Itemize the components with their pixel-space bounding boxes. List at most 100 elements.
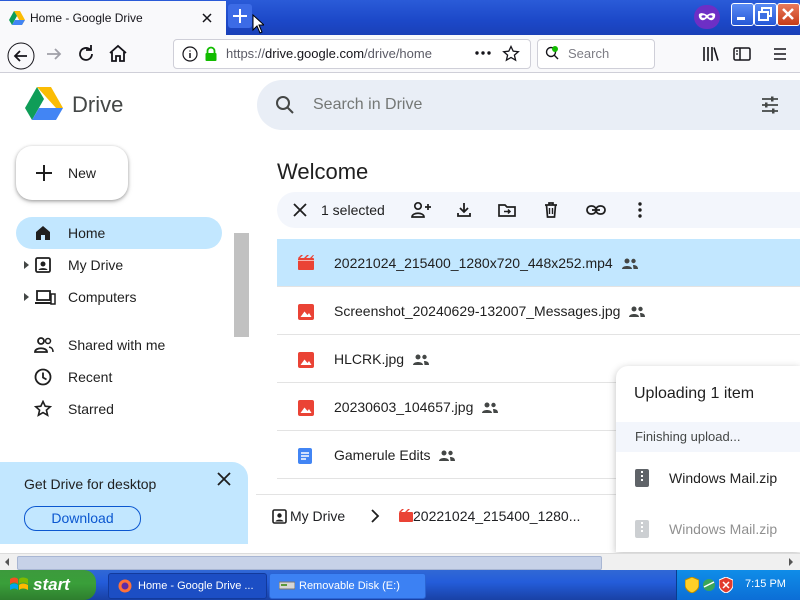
my-drive-icon: [34, 256, 52, 274]
shared-people-icon: [628, 306, 646, 318]
upload-status-bar: Finishing upload...: [616, 422, 800, 452]
sidebar-item-label: My Drive: [68, 257, 124, 273]
download-icon[interactable]: [454, 200, 474, 220]
sidebar-item-home[interactable]: Home: [16, 217, 222, 249]
hamburger-menu-icon[interactable]: [768, 42, 792, 66]
expand-arrow-icon[interactable]: [24, 261, 30, 269]
search-options-icon[interactable]: [760, 95, 780, 115]
clock: 7:15 PM: [745, 578, 786, 590]
drive-search-placeholder: Search in Drive: [313, 96, 423, 113]
new-tab-button[interactable]: [228, 4, 252, 28]
close-promo-icon[interactable]: [215, 470, 233, 488]
sidebar-item-label: Home: [68, 225, 106, 241]
browser-tab[interactable]: Home - Google Drive: [0, 1, 226, 35]
download-button[interactable]: Download: [24, 506, 141, 531]
sidebar-item-label: Starred: [68, 401, 114, 417]
file-row[interactable]: Screenshot_20240629-132007_Messages.jpg: [277, 287, 800, 335]
page-info-icon[interactable]: [182, 46, 198, 62]
new-button-label: New: [68, 165, 97, 181]
breadcrumb-label: My Drive: [290, 508, 346, 524]
sidebar-item-starred[interactable]: Starred: [16, 393, 222, 425]
security-alert-shield-icon[interactable]: [719, 577, 733, 593]
selection-toolbar: 1 selected: [277, 192, 800, 228]
drive-search-box[interactable]: Search in Drive: [257, 80, 800, 130]
browser-search-bar[interactable]: Search: [537, 39, 655, 69]
more-actions-icon[interactable]: [630, 200, 650, 220]
page-title: Welcome: [277, 159, 369, 184]
scroll-left-arrow-icon[interactable]: [2, 557, 12, 567]
minimize-window-button[interactable]: [731, 3, 754, 26]
drive-logo-icon[interactable]: [25, 87, 63, 121]
upload-item-name: Windows Mail.zip: [669, 470, 778, 486]
copy-link-icon[interactable]: [585, 200, 607, 220]
page-actions-icon[interactable]: [474, 45, 492, 61]
file-row[interactable]: 20221024_215400_1280x720_448x252.mp4: [277, 239, 800, 287]
windows-logo-icon: [9, 576, 29, 594]
scrollbar-thumb[interactable]: [17, 556, 602, 570]
sidebar-item-recent[interactable]: Recent: [16, 361, 222, 393]
sidebar-item-computers[interactable]: Computers: [16, 281, 222, 313]
image-file-icon: [297, 303, 315, 321]
move-to-folder-icon[interactable]: [497, 200, 517, 220]
taskbar-item-label: Home - Google Drive ...: [138, 580, 254, 592]
bookmark-star-icon[interactable]: [502, 45, 520, 63]
clock-icon: [34, 368, 52, 386]
shared-people-icon: [481, 402, 499, 414]
reload-icon[interactable]: [74, 42, 98, 66]
drive-app-name[interactable]: Drive: [72, 92, 123, 118]
file-name: 20230603_104657.jpg: [334, 399, 499, 415]
sidebar-item-label: Shared with me: [68, 337, 166, 353]
back-arrow-icon[interactable]: [7, 42, 35, 70]
taskbar-item-removable-disk[interactable]: Removable Disk (E:): [269, 573, 426, 599]
close-tab-icon[interactable]: [198, 9, 216, 27]
system-tray: 7:15 PM: [676, 570, 800, 600]
google-doc-icon: [297, 447, 313, 465]
close-window-button[interactable]: [777, 3, 800, 26]
search-icon[interactable]: [275, 95, 295, 115]
trash-icon[interactable]: [541, 200, 561, 220]
security-shield-icon[interactable]: [685, 577, 699, 593]
sidebar-scrollbar[interactable]: [234, 233, 249, 337]
star-icon: [34, 400, 52, 418]
scroll-right-arrow-icon[interactable]: [786, 557, 796, 567]
start-label: start: [33, 575, 70, 594]
library-icon[interactable]: [699, 42, 723, 66]
sidebar-toggle-icon[interactable]: [730, 42, 754, 66]
home-icon[interactable]: [106, 42, 130, 66]
upload-item[interactable]: Windows Mail.zip: [616, 458, 800, 498]
file-name: Gamerule Edits: [334, 447, 456, 463]
breadcrumb-label: 20221024_215400_1280...: [413, 508, 581, 524]
upload-item[interactable]: Windows Mail.zip: [616, 509, 800, 549]
start-button[interactable]: start: [0, 570, 96, 600]
share-add-person-icon[interactable]: [410, 200, 432, 220]
file-name: 20221024_215400_1280x720_448x252.mp4: [334, 255, 639, 271]
image-file-icon: [297, 399, 315, 417]
home-icon: [34, 224, 52, 242]
sidebar-item-shared-with-me[interactable]: Shared with me: [16, 329, 222, 361]
restore-window-button[interactable]: [754, 3, 777, 26]
shared-people-icon: [412, 354, 430, 366]
file-name: HLCRK.jpg: [334, 351, 430, 367]
horizontal-scrollbar[interactable]: [0, 553, 800, 571]
zip-file-icon: [635, 520, 649, 538]
search-engine-icon[interactable]: [544, 45, 566, 61]
url-bar[interactable]: https://drive.google.com/drive/home: [173, 39, 531, 69]
video-file-icon: [399, 509, 413, 522]
network-icon[interactable]: [702, 577, 716, 593]
url-text: https://drive.google.com/drive/home: [226, 46, 432, 61]
zip-file-icon: [635, 469, 649, 487]
promo-title: Get Drive for desktop: [24, 476, 157, 492]
expand-arrow-icon[interactable]: [24, 293, 30, 301]
my-drive-icon: [272, 509, 287, 524]
new-button[interactable]: New: [16, 146, 128, 200]
forward-arrow-icon[interactable]: [42, 42, 66, 66]
upload-status-text: Finishing upload...: [635, 429, 741, 444]
taskbar-item-firefox[interactable]: Home - Google Drive ...: [108, 573, 267, 599]
sidebar-item-my-drive[interactable]: My Drive: [16, 249, 222, 281]
computers-icon: [34, 288, 56, 306]
image-file-icon: [297, 351, 315, 369]
lock-icon[interactable]: [204, 46, 218, 62]
clear-selection-icon[interactable]: [290, 200, 310, 220]
upload-item-name: Windows Mail.zip: [669, 521, 778, 537]
firefox-icon: [118, 579, 132, 593]
